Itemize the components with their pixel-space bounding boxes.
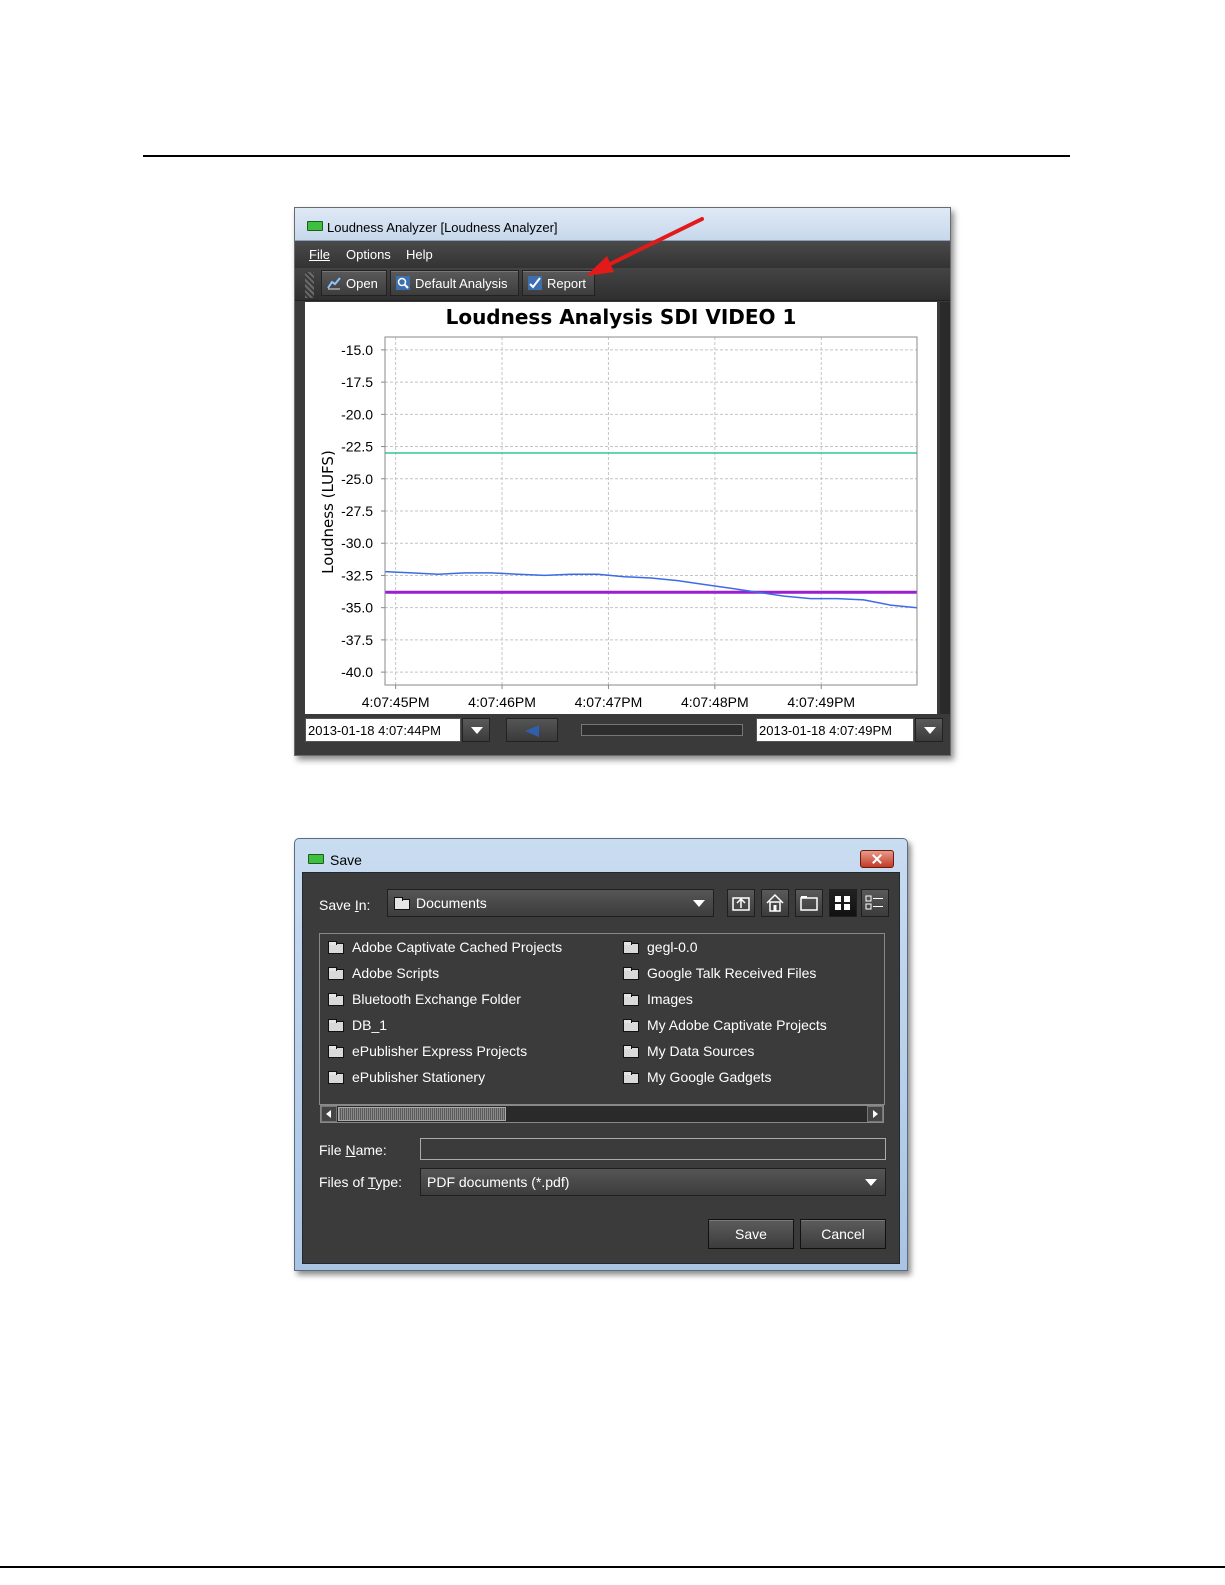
y-tick-label: -35.0: [341, 600, 373, 616]
folder-icon: [328, 1071, 344, 1084]
file-name-input[interactable]: [420, 1138, 886, 1160]
loudness-chart-svg: Loudness Analysis SDI VIDEO 1 Loudness (…: [319, 305, 918, 710]
folder-icon: [623, 1045, 639, 1058]
loudness-series-line: [384, 570, 918, 609]
y-tick-label: -37.5: [341, 632, 373, 648]
y-tick-label: -30.0: [341, 535, 373, 551]
x-tick-label: 4:07:45PM: [362, 694, 430, 710]
up-folder-button[interactable]: [727, 889, 755, 917]
save-dialog-body: Save In: Documents Adobe Captivate Cache…: [302, 872, 900, 1264]
horizontal-scrollbar[interactable]: [320, 1105, 884, 1123]
x-tick-label: 4:07:49PM: [787, 694, 855, 710]
save-in-label: Save In:: [319, 897, 371, 913]
new-folder-button[interactable]: [795, 889, 823, 917]
arrow-head: [586, 256, 614, 276]
close-button[interactable]: [860, 850, 894, 868]
folder-icon: [623, 1019, 639, 1032]
details-view-icon: [865, 895, 883, 910]
save-dialog: Save Save In: Documents Adobe Captivate …: [294, 838, 908, 1271]
up-folder-icon: [732, 897, 750, 911]
new-folder-icon: [800, 896, 818, 911]
folder-icon: [328, 967, 344, 980]
y-tick-label: -20.0: [341, 406, 373, 422]
time-slider[interactable]: [581, 724, 743, 736]
scroll-left-icon: [326, 1110, 331, 1118]
y-tick-label: -15.0: [341, 342, 373, 358]
save-in-combo[interactable]: Documents: [387, 889, 714, 917]
x-tick-label: 4:07:46PM: [468, 694, 536, 710]
rewind-arrow-icon: [525, 725, 539, 737]
save-dialog-title: Save: [330, 852, 362, 868]
file-name-label: File Name:: [319, 1142, 387, 1158]
scroll-left-button[interactable]: [321, 1106, 337, 1122]
list-view-button[interactable]: [829, 889, 857, 917]
start-time-combo[interactable]: 2013-01-18 4:07:44PM: [305, 718, 461, 742]
y-tick-label: -40.0: [341, 664, 373, 680]
loudness-chart: Loudness Analysis SDI VIDEO 1 Loudness (…: [305, 302, 937, 714]
folder-icon: [623, 993, 639, 1006]
files-of-type-combo[interactable]: PDF documents (*.pdf): [420, 1168, 886, 1196]
scroll-right-icon: [873, 1110, 878, 1118]
annotation-arrow: [586, 217, 704, 276]
page-footer-rule: [0, 1566, 1225, 1568]
y-tick-label: -22.5: [341, 439, 373, 455]
save-button[interactable]: Save: [708, 1219, 794, 1249]
list-view-icon: [835, 896, 850, 910]
y-tick-label: -32.5: [341, 567, 373, 583]
end-time-dropdown-button[interactable]: [915, 718, 943, 742]
y-tick-label: -17.5: [341, 374, 373, 390]
scroll-right-button[interactable]: [867, 1106, 883, 1122]
end-time-combo[interactable]: 2013-01-18 4:07:49PM: [756, 718, 914, 742]
arrow-shaft: [600, 217, 704, 270]
window-right-edge: [940, 302, 950, 714]
file-list: Adobe Captivate Cached Projects Adobe Sc…: [319, 933, 885, 1105]
folder-icon: [623, 941, 639, 954]
scroll-thumb[interactable]: [338, 1107, 506, 1121]
save-in-value: Documents: [416, 895, 487, 911]
dialog-app-icon: [308, 854, 324, 864]
x-tick-label: 4:07:47PM: [575, 694, 643, 710]
y-tick-label: -25.0: [341, 471, 373, 487]
files-of-type-label: Files of Type:: [319, 1174, 403, 1190]
home-button[interactable]: [761, 889, 789, 917]
folder-icon: [623, 1071, 639, 1084]
start-time-dropdown-button[interactable]: [462, 718, 490, 742]
folder-icon: [328, 1019, 344, 1032]
home-icon: [766, 893, 784, 912]
folder-icon: [328, 993, 344, 1006]
folder-icon: [328, 941, 344, 954]
folder-icon: [394, 897, 410, 910]
x-tick-label: 4:07:48PM: [681, 694, 749, 710]
chart-y-axis-label: Loudness (LUFS): [319, 450, 337, 574]
rewind-button[interactable]: [506, 718, 558, 742]
y-tick-label: -27.5: [341, 503, 373, 519]
cancel-button[interactable]: Cancel: [800, 1219, 886, 1249]
folder-icon: [623, 967, 639, 980]
details-view-button[interactable]: [861, 889, 889, 917]
folder-icon: [328, 1045, 344, 1058]
